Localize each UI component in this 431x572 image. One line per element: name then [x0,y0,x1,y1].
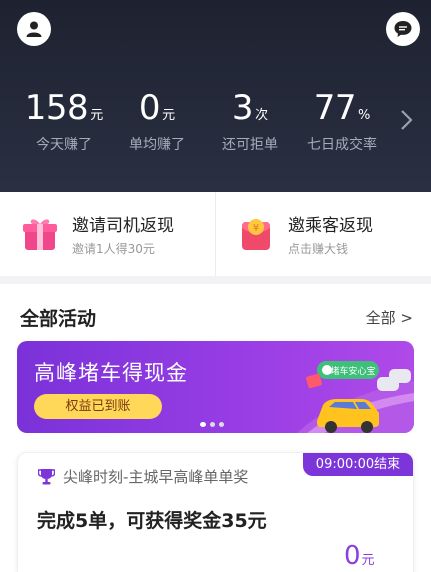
amount-value: 0 [344,541,361,571]
promo-banner[interactable]: 高峰堵车得现金 权益已到账 堵车安心宝 [17,341,414,433]
stat-seven-day-rate[interactable]: 77% 七日成交率 [292,86,392,154]
car-illustration: 堵车安心宝 [297,361,414,433]
carousel-dot[interactable] [210,422,215,427]
card-header: 尖峰时刻-主城早高峰单单奖 [38,466,248,487]
stat-label: 单均赚了 [129,137,185,153]
amount-unit: 元 [361,553,375,568]
invite-row: 邀请司机返现 邀请1人得30元 ¥ 邀乘客返现 点击赚大钱 [0,192,431,276]
stat-unit: 元 [90,108,104,123]
message-button[interactable] [386,12,420,46]
banner-art-label: 堵车安心宝 [330,365,375,377]
stat-unit: % [357,108,371,123]
chevron-right-icon[interactable] [396,108,416,132]
card-header-text: 尖峰时刻-主城早高峰单单奖 [63,468,249,486]
stat-label: 还可拒单 [222,137,278,153]
profile-button[interactable] [17,12,51,46]
stat-value: 3 [231,88,254,128]
card-amount: 0元 [344,541,375,571]
banner-button[interactable]: 权益已到账 [34,394,162,419]
banner-title: 高峰堵车得现金 [34,361,188,385]
stat-avg-per-order[interactable]: 0元 单均赚了 [107,86,207,154]
invite-driver-card[interactable]: 邀请司机返现 邀请1人得30元 [20,192,216,276]
gift-box-icon [23,219,57,250]
carousel-dot[interactable] [200,422,206,427]
header: 158 元 今天赚了 0元 单均赚了 3次 还可拒单 77% 七日成交率 [0,0,431,192]
stat-unit: 元 [162,108,176,123]
invite-subtitle: 点击赚大钱 [288,242,349,256]
stat-unit: 次 [255,108,269,123]
carousel-dots[interactable] [200,422,224,427]
section-title: 全部活动 [20,308,97,330]
stats-row: 158 元 今天赚了 0元 单均赚了 3次 还可拒单 77% 七日成交率 [0,86,431,166]
user-icon [26,21,42,37]
invite-title: 邀请司机返现 [72,216,174,236]
divider [215,192,216,276]
invite-subtitle: 邀请1人得30元 [72,242,155,256]
carousel-dot[interactable] [219,422,224,427]
chat-icon [394,21,412,37]
end-time-badge: 09:00:00结束 [303,453,413,476]
stat-label: 今天赚了 [36,137,92,153]
invite-title: 邀乘客返现 [288,216,373,236]
stat-value: 0 [138,88,161,128]
svg-text:¥: ¥ [253,223,259,234]
view-all-link[interactable]: 全部 > [366,307,413,328]
stat-value: 158 [24,88,89,128]
red-envelope-icon: ¥ [242,219,270,250]
stat-rejections-left[interactable]: 3次 还可拒单 [200,86,300,154]
stat-value: 77 [313,88,357,128]
invite-passenger-card[interactable]: ¥ 邀乘客返现 点击赚大钱 [236,192,431,276]
activities-section: 全部活动 全部 > 高峰堵车得现金 权益已到账 堵车安心宝 09:00:00结束 [0,284,431,572]
trophy-icon [38,469,55,485]
activity-card[interactable]: 09:00:00结束 尖峰时刻-主城早高峰单单奖 完成5单，可获得奖金35元 0… [17,452,414,572]
stat-today-earnings[interactable]: 158 元 今天赚了 [14,86,114,154]
card-description: 完成5单，可获得奖金35元 [37,510,267,532]
stat-label: 七日成交率 [307,137,377,153]
